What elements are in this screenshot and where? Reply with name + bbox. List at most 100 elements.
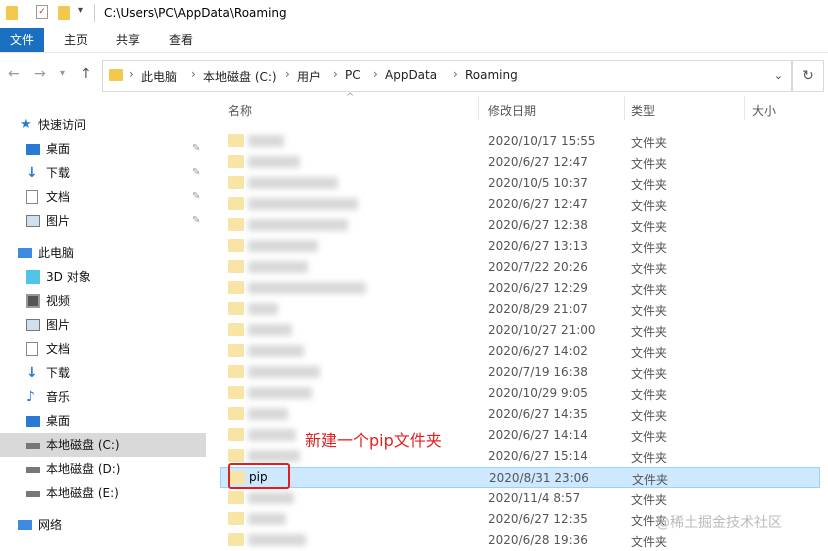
nav-item-music[interactable]: ♪ 音乐 bbox=[0, 385, 206, 409]
breadcrumb-local-disk-c[interactable]: 本地磁盘 (C:) bbox=[203, 68, 277, 85]
forward-arrow-icon[interactable]: → bbox=[34, 66, 46, 82]
pin-icon[interactable]: ✎ bbox=[192, 209, 200, 233]
table-row[interactable]: 2020/10/5 10:37 文件夹 bbox=[220, 173, 820, 194]
nav-item-pictures[interactable]: 图片 ✎ bbox=[0, 209, 206, 233]
breadcrumb-this-pc[interactable]: 此电脑 bbox=[141, 68, 177, 85]
sort-ascending-icon: ^ bbox=[346, 92, 355, 103]
file-name-redacted bbox=[248, 261, 308, 273]
table-row[interactable]: 2020/7/19 16:38 文件夹 bbox=[220, 362, 820, 383]
desktop-icon bbox=[26, 416, 40, 427]
column-divider[interactable] bbox=[478, 96, 479, 120]
table-row[interactable]: 2020/6/27 12:29 文件夹 bbox=[220, 278, 820, 299]
file-name-redacted bbox=[248, 219, 348, 231]
column-header-size[interactable]: 大小 bbox=[752, 102, 776, 119]
title-bar: ✓ ▾ C:\Users\PC\AppData\Roaming bbox=[0, 0, 828, 28]
breadcrumb-separator[interactable]: › bbox=[191, 67, 196, 81]
folder-icon bbox=[228, 281, 244, 294]
folder-icon bbox=[228, 365, 244, 378]
column-divider[interactable] bbox=[744, 96, 745, 120]
nav-item-downloads[interactable]: ↓ 下载 ✎ bbox=[0, 161, 206, 185]
address-dropdown-chevron-icon[interactable]: ⌄ bbox=[774, 69, 783, 82]
nav-item-documents-pc[interactable]: 文档 bbox=[0, 337, 206, 361]
table-row[interactable]: 2020/6/27 12:47 文件夹 bbox=[220, 194, 820, 215]
breadcrumb-appdata[interactable]: AppData bbox=[385, 68, 437, 82]
tab-share[interactable]: 共享 bbox=[116, 28, 140, 52]
annotation-text: 新建一个pip文件夹 bbox=[305, 431, 442, 450]
file-type: 文件夹 bbox=[631, 493, 668, 507]
column-header-name[interactable]: 名称 bbox=[228, 102, 252, 119]
file-name-redacted bbox=[248, 450, 300, 462]
folder-icon bbox=[228, 491, 244, 504]
nav-item-videos[interactable]: 视频 bbox=[0, 289, 206, 313]
table-row[interactable]: 2020/7/22 20:26 文件夹 bbox=[220, 257, 820, 278]
nav-item-documents[interactable]: 文档 ✎ bbox=[0, 185, 206, 209]
file-type: 文件夹 bbox=[631, 430, 668, 444]
ribbon-tabs: 文件 主页 共享 查看 bbox=[0, 28, 828, 53]
tab-view[interactable]: 查看 bbox=[169, 28, 193, 52]
nav-item-pictures-pc[interactable]: 图片 bbox=[0, 313, 206, 337]
folder-icon bbox=[228, 260, 244, 273]
column-divider[interactable] bbox=[624, 96, 625, 120]
drive-icon bbox=[26, 467, 40, 473]
breadcrumb-roaming[interactable]: Roaming bbox=[465, 68, 518, 82]
nav-item-3d-objects[interactable]: 3D 对象 bbox=[0, 265, 206, 289]
table-row[interactable]: 2020/6/27 12:47 文件夹 bbox=[220, 152, 820, 173]
new-folder-icon[interactable] bbox=[58, 6, 70, 20]
file-type: 文件夹 bbox=[631, 388, 668, 402]
breadcrumb-separator[interactable]: › bbox=[453, 67, 458, 81]
picture-icon bbox=[26, 319, 40, 331]
breadcrumb-separator[interactable]: › bbox=[129, 67, 134, 81]
table-row[interactable]: 2020/8/29 21:07 文件夹 bbox=[220, 299, 820, 320]
table-row[interactable]: 2020/6/28 19:36 文件夹 bbox=[220, 530, 820, 551]
table-row[interactable]: 2020/11/4 8:57 文件夹 bbox=[220, 488, 820, 509]
pin-icon[interactable]: ✎ bbox=[192, 137, 200, 161]
recent-locations-chevron-icon[interactable]: ▾ bbox=[60, 68, 65, 79]
table-row[interactable]: 2020/6/27 14:02 文件夹 bbox=[220, 341, 820, 362]
customize-toolbar-icon[interactable]: ▾ bbox=[78, 5, 83, 16]
folder-icon bbox=[228, 512, 244, 525]
file-date: 2020/7/19 16:38 bbox=[488, 365, 588, 379]
file-type: 文件夹 bbox=[631, 157, 668, 171]
address-bar[interactable]: › 此电脑 › 本地磁盘 (C:) › 用户 › PC › AppData › … bbox=[102, 60, 792, 92]
pin-icon[interactable]: ✎ bbox=[192, 185, 200, 209]
tab-file[interactable]: 文件 bbox=[0, 28, 44, 52]
folder-icon bbox=[228, 386, 244, 399]
nav-item-local-disk-e[interactable]: 本地磁盘 (E:) bbox=[0, 481, 206, 505]
table-row-pip-selected[interactable]: pip 2020/8/31 23:06 文件夹 bbox=[220, 467, 820, 488]
folder-icon bbox=[228, 134, 244, 147]
nav-item-downloads-pc[interactable]: ↓ 下载 bbox=[0, 361, 206, 385]
column-header-modified[interactable]: 修改日期 bbox=[488, 102, 536, 119]
file-name-redacted bbox=[248, 408, 288, 420]
tab-home[interactable]: 主页 bbox=[64, 28, 88, 52]
pin-icon[interactable]: ✎ bbox=[192, 161, 200, 185]
table-row[interactable]: 2020/10/29 9:05 文件夹 bbox=[220, 383, 820, 404]
download-arrow-icon: ↓ bbox=[26, 165, 38, 181]
file-date: 2020/8/31 23:06 bbox=[489, 471, 589, 485]
refresh-icon[interactable]: ↻ bbox=[792, 60, 824, 92]
file-type: 文件夹 bbox=[632, 473, 669, 487]
up-arrow-icon[interactable]: ↑ bbox=[80, 66, 92, 82]
breadcrumb-separator[interactable]: › bbox=[333, 67, 338, 81]
nav-this-pc[interactable]: 此电脑 bbox=[0, 241, 206, 265]
table-row[interactable]: 2020/10/27 21:00 文件夹 bbox=[220, 320, 820, 341]
back-arrow-icon[interactable]: ← bbox=[8, 66, 20, 82]
watermark: @稀土掘金技术社区 bbox=[656, 515, 782, 531]
breadcrumb-separator[interactable]: › bbox=[285, 67, 290, 81]
table-row[interactable]: 2020/10/17 15:55 文件夹 bbox=[220, 131, 820, 152]
table-row[interactable]: 2020/6/27 12:38 文件夹 bbox=[220, 215, 820, 236]
nav-item-desktop[interactable]: 桌面 ✎ bbox=[0, 137, 206, 161]
nav-item-local-disk-c[interactable]: 本地磁盘 (C:) bbox=[0, 433, 206, 457]
nav-quick-access[interactable]: ★ 快速访问 bbox=[0, 113, 206, 137]
table-row[interactable]: 2020/6/27 13:13 文件夹 bbox=[220, 236, 820, 257]
folder-icon bbox=[6, 6, 18, 20]
column-header-type[interactable]: 类型 bbox=[631, 102, 655, 119]
breadcrumb-pc[interactable]: PC bbox=[345, 68, 361, 82]
breadcrumb-separator[interactable]: › bbox=[373, 67, 378, 81]
nav-item-local-disk-d[interactable]: 本地磁盘 (D:) bbox=[0, 457, 206, 481]
breadcrumb-users[interactable]: 用户 bbox=[297, 68, 321, 85]
file-name-redacted bbox=[248, 135, 284, 147]
table-row[interactable]: 2020/6/27 14:35 文件夹 bbox=[220, 404, 820, 425]
properties-icon[interactable]: ✓ bbox=[36, 5, 48, 19]
nav-item-desktop-pc[interactable]: 桌面 bbox=[0, 409, 206, 433]
nav-network[interactable]: 网络 bbox=[0, 513, 206, 537]
